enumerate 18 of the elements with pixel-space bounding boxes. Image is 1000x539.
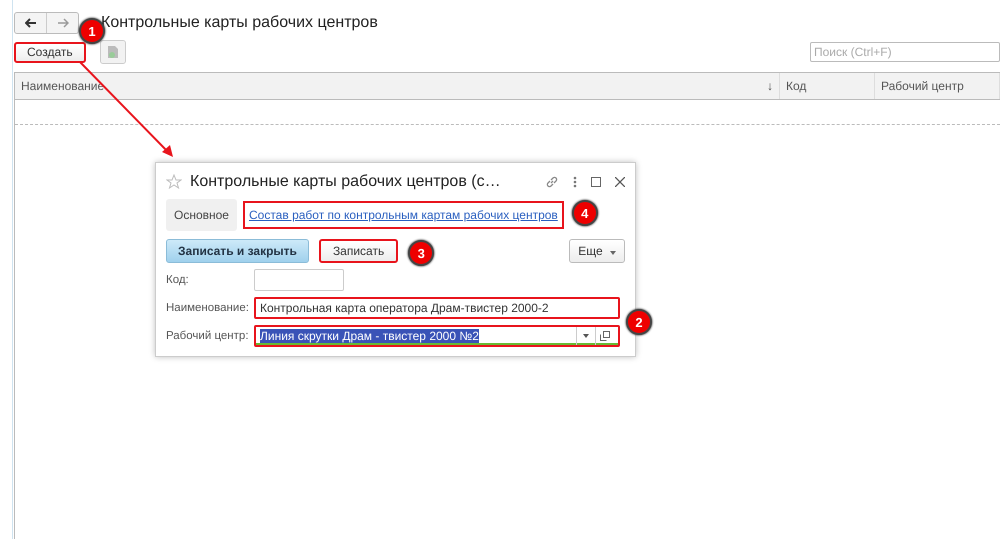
column-header[interactable]: Код (780, 73, 875, 99)
tab[interactable]: Основное (166, 199, 237, 231)
dropdown-field[interactable]: Линия скрутки Драм - твистер 2000 №2 (254, 325, 620, 347)
field-label: Код: (166, 274, 190, 286)
callout-badge: 3 (408, 240, 434, 266)
callout-badge: 4 (572, 200, 598, 226)
input-field[interactable]: Контрольная карта оператора Драм-твистер 2000-2 (254, 297, 620, 319)
column-header[interactable]: Наименование ↓ (15, 73, 780, 99)
dialog-title: Контрольные карты рабочих центров (с… (190, 173, 502, 191)
more-button[interactable]: Еще (569, 239, 625, 263)
search-field[interactable]: Поиск (Ctrl+F) (810, 42, 1000, 62)
field-label: Рабочий центр: (166, 330, 250, 342)
callout-badge: 2 (626, 309, 652, 335)
field-label: Наименование: (166, 302, 250, 314)
create-button[interactable]: Создать (14, 42, 86, 62)
sort-arrow: ↓ (767, 79, 773, 93)
save-close-button[interactable]: Записать и закрыть (166, 239, 309, 263)
column-header[interactable]: Рабочий центр (875, 73, 1000, 99)
